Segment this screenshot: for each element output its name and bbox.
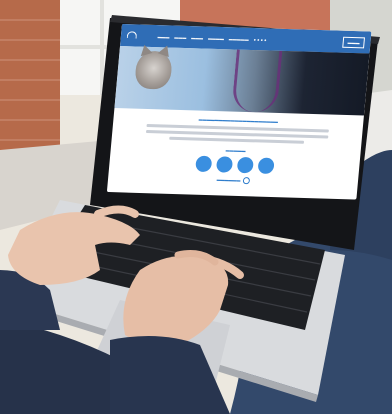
donate-button: ▬▬▬ bbox=[342, 36, 366, 48]
nav-item: ▬▬▬ bbox=[191, 34, 204, 40]
kitten-image bbox=[134, 50, 174, 90]
circle-link bbox=[194, 155, 212, 173]
laptop-screen-website: ▬▬▬ ▬▬▬ ▬▬▬ ▬▬▬▬ ▬▬▬▬▬ ● ● ● ● ▬▬▬ ▬▬▬▬▬… bbox=[106, 24, 372, 200]
photo: ▬▬▬ ▬▬▬ ▬▬▬ ▬▬▬▬ ▬▬▬▬▬ ● ● ● ● ▬▬▬ ▬▬▬▬▬… bbox=[0, 0, 392, 414]
arrow-circle-icon bbox=[242, 177, 250, 185]
nav-item: ▬▬▬▬ bbox=[207, 35, 225, 41]
circle-link bbox=[256, 157, 275, 174]
paragraph-line bbox=[169, 136, 305, 144]
site-content: ▬▬▬▬▬▬▬▬▬▬▬▬▬▬▬▬▬▬▬▬ ▬▬▬▬▬ ▬▬▬▬▬▬ bbox=[108, 108, 364, 188]
nav-item: ▬▬▬▬▬ bbox=[228, 35, 249, 42]
circle-links bbox=[119, 153, 350, 176]
nav-item: ▬▬▬ bbox=[174, 34, 187, 40]
lanyard-image bbox=[231, 49, 283, 113]
circle-link bbox=[215, 156, 233, 173]
circle-link bbox=[236, 156, 254, 174]
nav-item: ▬▬▬ bbox=[157, 33, 170, 39]
hero-image bbox=[114, 46, 370, 116]
cta-link: ▬▬▬▬▬▬ bbox=[118, 173, 348, 187]
site-logo bbox=[126, 31, 153, 40]
logo-icon bbox=[126, 31, 138, 39]
social-icons: ● ● ● ● bbox=[253, 36, 267, 42]
